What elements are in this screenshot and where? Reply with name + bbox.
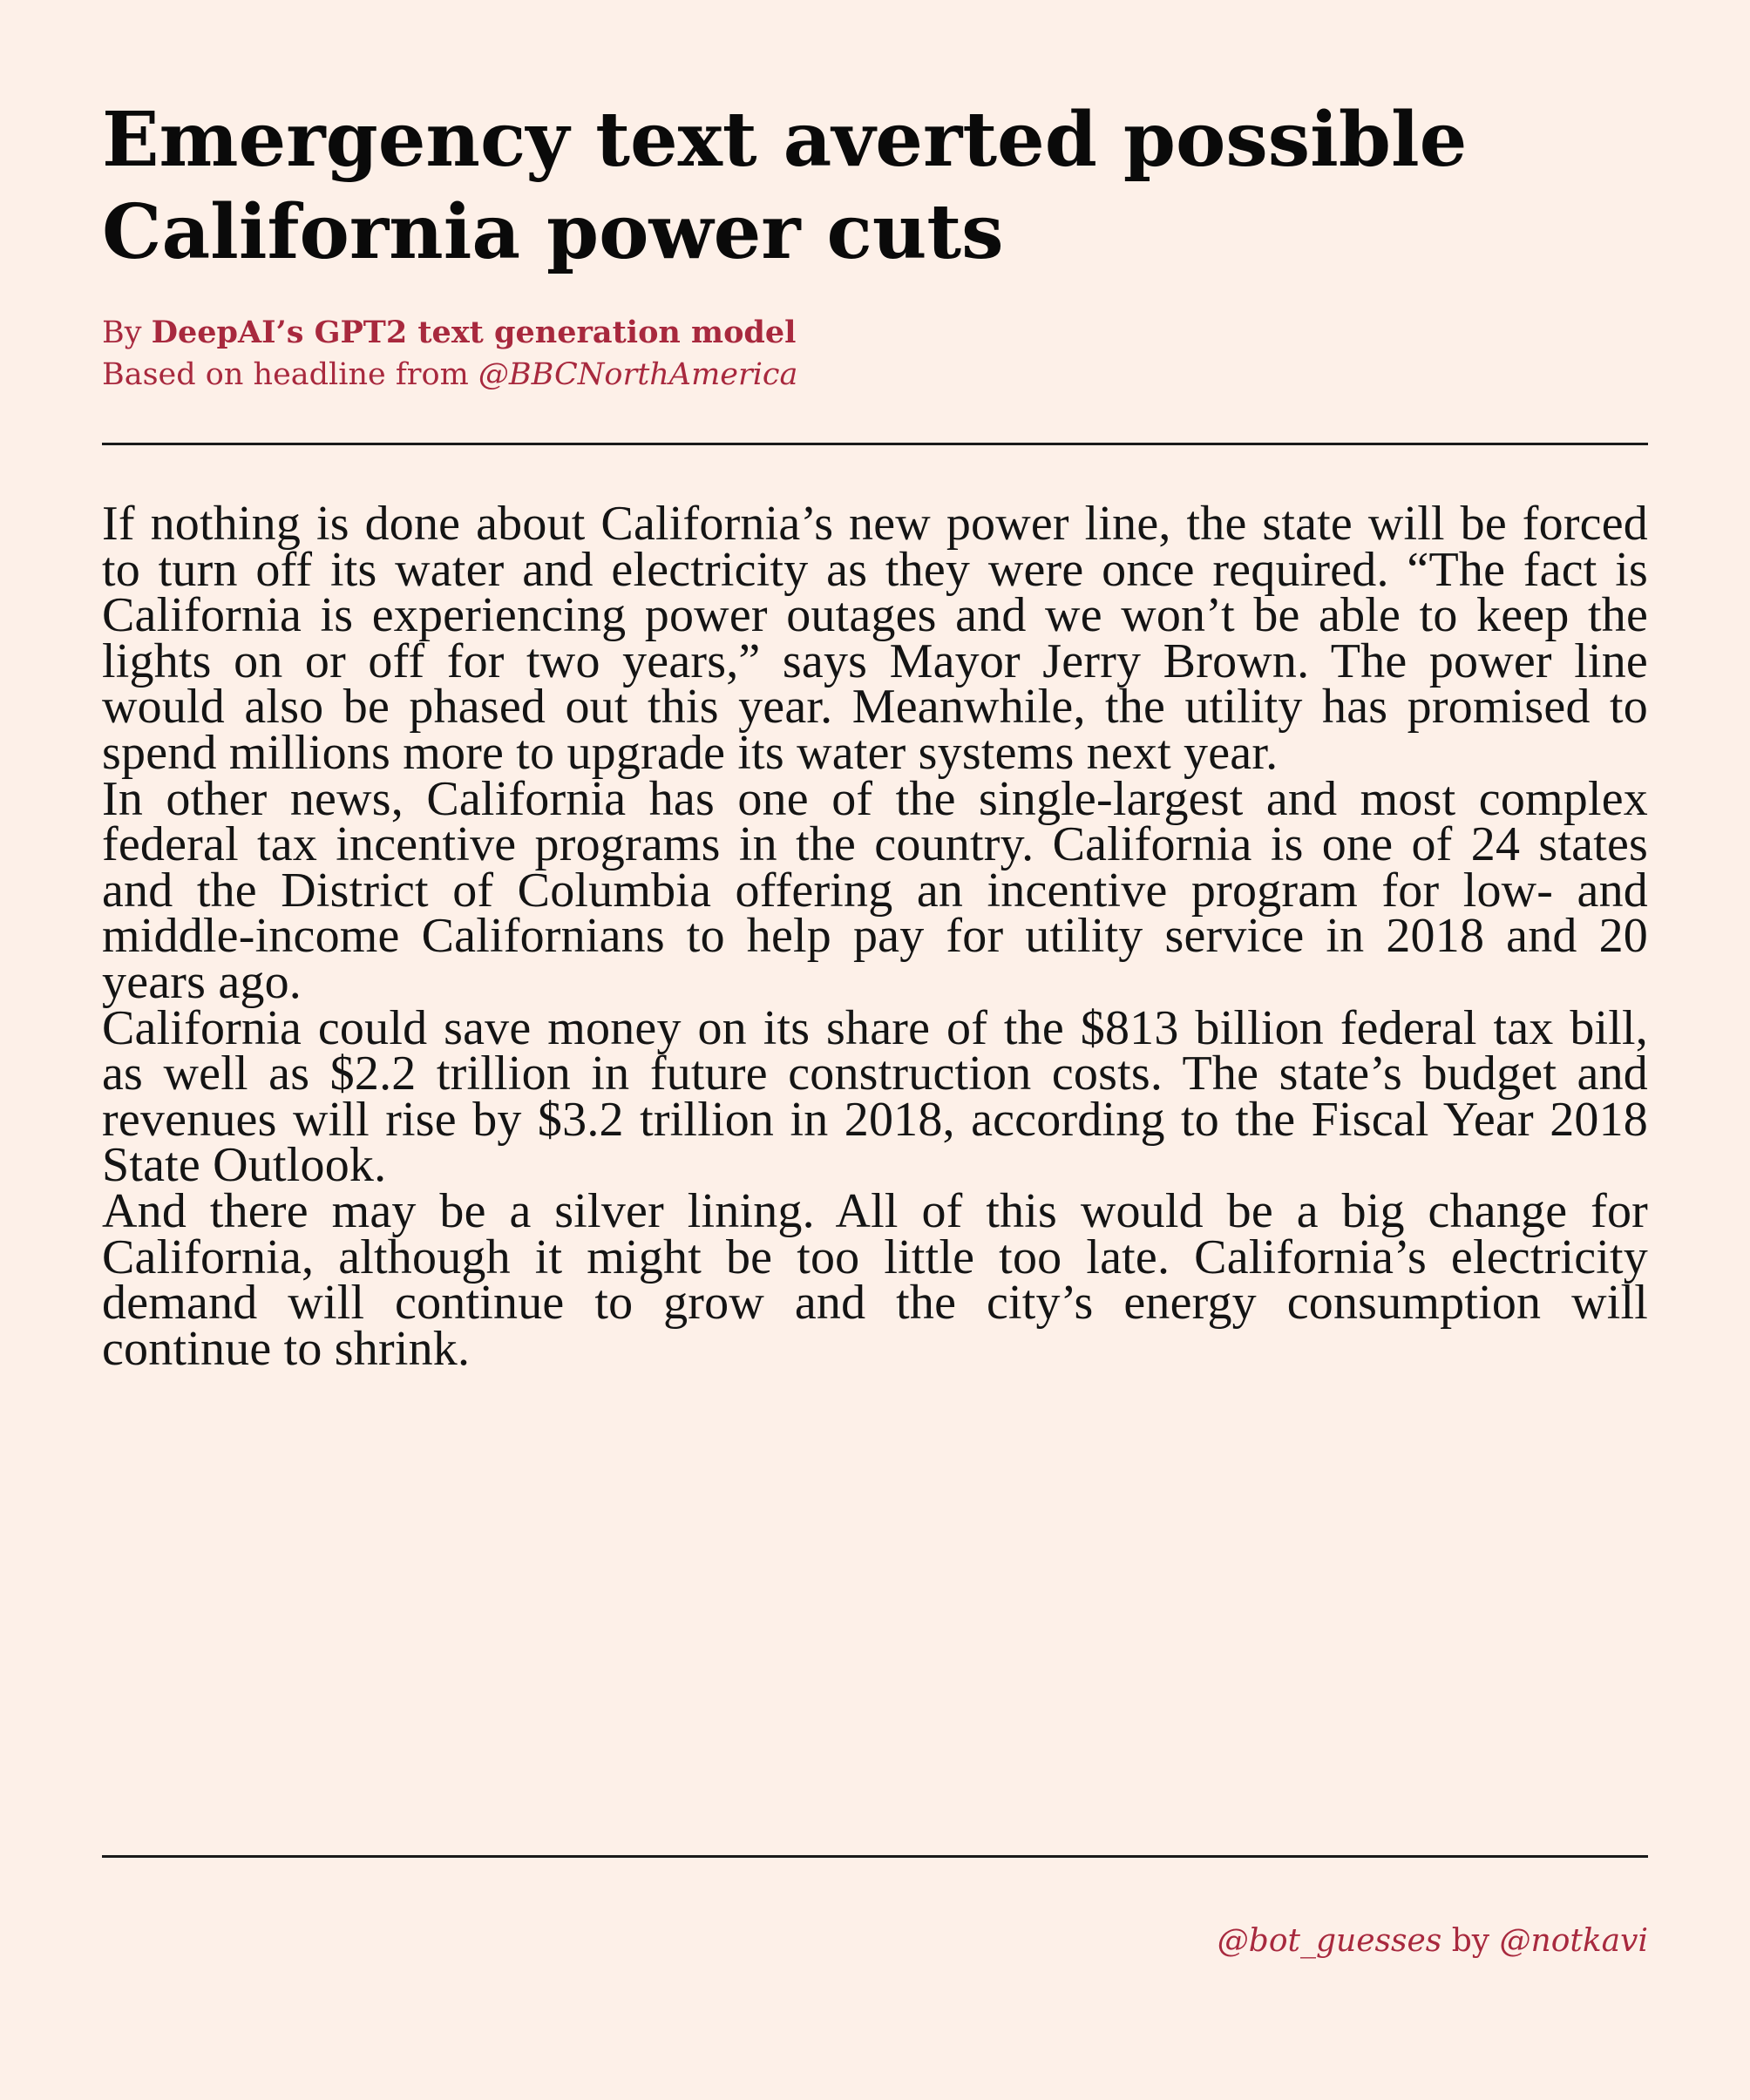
credit-by-text: by [1441,1923,1500,1959]
byline-source-handle[interactable]: @BBCNorthAmerica [478,357,797,392]
footer-credit: @bot_guesses by @notkavi [1218,1921,1648,1961]
article-paragraph: In other news, California has one of the… [102,771,1648,1009]
bottom-divider [102,1855,1648,1858]
bot-handle-link[interactable]: @bot_guesses [1218,1923,1441,1959]
top-divider [102,443,1648,445]
article-body: If nothing is done about California’s ne… [102,497,1648,1376]
byline-prefix: By [102,315,152,350]
byline: By DeepAI’s GPT2 text generation model B… [102,312,1650,396]
article-paragraph: If nothing is done about California’s ne… [102,497,1648,780]
article-paragraph: And there may be a silver lining. All of… [102,1183,1648,1376]
byline-author-line: By DeepAI’s GPT2 text generation model [102,312,1650,354]
byline-source-line: Based on headline from @BBCNorthAmerica [102,354,1650,396]
article-paragraph: California could save money on its share… [102,1000,1648,1193]
byline-author: DeepAI’s GPT2 text generation model [151,315,797,350]
author-handle-link[interactable]: @notkavi [1500,1923,1648,1959]
byline-source-prefix: Based on headline from [102,357,478,392]
article-card: Emergency text averted possible Californ… [0,0,1750,2100]
headline: Emergency text averted possible Californ… [102,96,1468,276]
